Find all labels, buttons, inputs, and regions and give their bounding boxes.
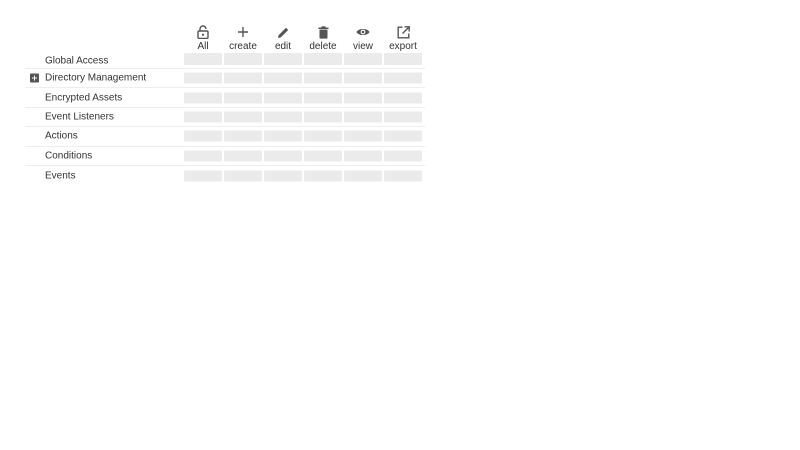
column-label: All (197, 41, 209, 52)
row-label: Directory Management (45, 72, 147, 84)
permission-cell-all[interactable] (184, 72, 222, 84)
row-label: Encrypted Assets (45, 92, 123, 104)
permission-cell-all[interactable] (184, 170, 222, 182)
eye-icon (355, 24, 371, 40)
permission-cell-create[interactable] (224, 53, 262, 65)
permission-cell-view[interactable] (344, 111, 382, 123)
table-row: Events (25, 166, 425, 185)
column-header-row: All create edit delete view export (25, 24, 425, 53)
table-row: Global Access (25, 53, 425, 69)
permission-cell-all[interactable] (184, 53, 222, 65)
permission-cell-edit[interactable] (264, 72, 302, 84)
permission-cell-export[interactable] (384, 130, 422, 142)
table-row: Actions (25, 127, 425, 147)
row-label: Event Listeners (45, 111, 114, 123)
permission-cell-view[interactable] (344, 53, 382, 65)
permission-cell-edit[interactable] (264, 130, 302, 142)
permission-cell-edit[interactable] (264, 92, 302, 104)
column-label: delete (309, 41, 337, 52)
permission-cell-create[interactable] (224, 92, 262, 104)
column-edit[interactable]: edit (264, 24, 302, 53)
permission-cell-delete[interactable] (304, 130, 342, 142)
permission-rows: Global Access Directory Management Encry… (25, 53, 425, 185)
lock-open-icon (195, 24, 211, 40)
permission-cell-view[interactable] (344, 72, 382, 84)
permission-cell-export[interactable] (384, 92, 422, 104)
permission-cell-edit[interactable] (264, 53, 302, 65)
column-all[interactable]: All (184, 24, 222, 53)
permission-cell-export[interactable] (384, 72, 422, 84)
row-label: Events (45, 170, 76, 182)
permission-cell-delete[interactable] (304, 111, 342, 123)
permission-cell-view[interactable] (344, 92, 382, 104)
permission-cell-edit[interactable] (264, 170, 302, 182)
external-link-icon (395, 24, 411, 40)
column-label: export (389, 41, 417, 52)
permission-cell-delete[interactable] (304, 92, 342, 104)
permission-cell-edit[interactable] (264, 111, 302, 123)
table-row: Event Listeners (25, 108, 425, 128)
permission-cell-all[interactable] (184, 92, 222, 104)
row-label: Global Access (45, 55, 109, 66)
permission-cell-edit[interactable] (264, 150, 302, 162)
permission-cell-export[interactable] (384, 170, 422, 182)
table-row: Encrypted Assets (25, 88, 425, 108)
table-row: Directory Management (25, 69, 425, 89)
permission-cell-create[interactable] (224, 130, 262, 142)
row-label: Actions (45, 130, 78, 142)
permission-cell-create[interactable] (224, 170, 262, 182)
column-label: view (352, 41, 373, 52)
permission-cell-export[interactable] (384, 53, 422, 65)
permission-cell-view[interactable] (344, 170, 382, 182)
plus-icon (235, 24, 251, 40)
permission-cell-view[interactable] (344, 150, 382, 162)
column-export[interactable]: export (384, 24, 422, 53)
permission-cell-export[interactable] (384, 111, 422, 123)
permission-cell-create[interactable] (224, 111, 262, 123)
column-delete[interactable]: delete (304, 24, 342, 53)
pencil-icon (275, 24, 291, 40)
permission-cell-delete[interactable] (304, 53, 342, 65)
permission-cell-delete[interactable] (304, 170, 342, 182)
table-row: Conditions (25, 147, 425, 166)
permission-cell-all[interactable] (184, 150, 222, 162)
permission-cell-delete[interactable] (304, 72, 342, 84)
permission-cell-create[interactable] (224, 72, 262, 84)
column-label: create (229, 41, 257, 52)
column-label: edit (274, 41, 292, 52)
permission-cell-delete[interactable] (304, 150, 342, 162)
row-label: Conditions (45, 150, 93, 162)
permission-cell-all[interactable] (184, 111, 222, 123)
column-view[interactable]: view (344, 24, 382, 53)
trash-icon (315, 24, 331, 40)
expand-icon[interactable] (30, 73, 39, 83)
permission-cell-export[interactable] (384, 150, 422, 162)
column-create[interactable]: create (224, 24, 262, 53)
permission-cell-view[interactable] (344, 130, 382, 142)
permission-cell-create[interactable] (224, 150, 262, 162)
permissions-table: All create edit delete view export Globa… (25, 24, 425, 185)
permission-cell-all[interactable] (184, 130, 222, 142)
